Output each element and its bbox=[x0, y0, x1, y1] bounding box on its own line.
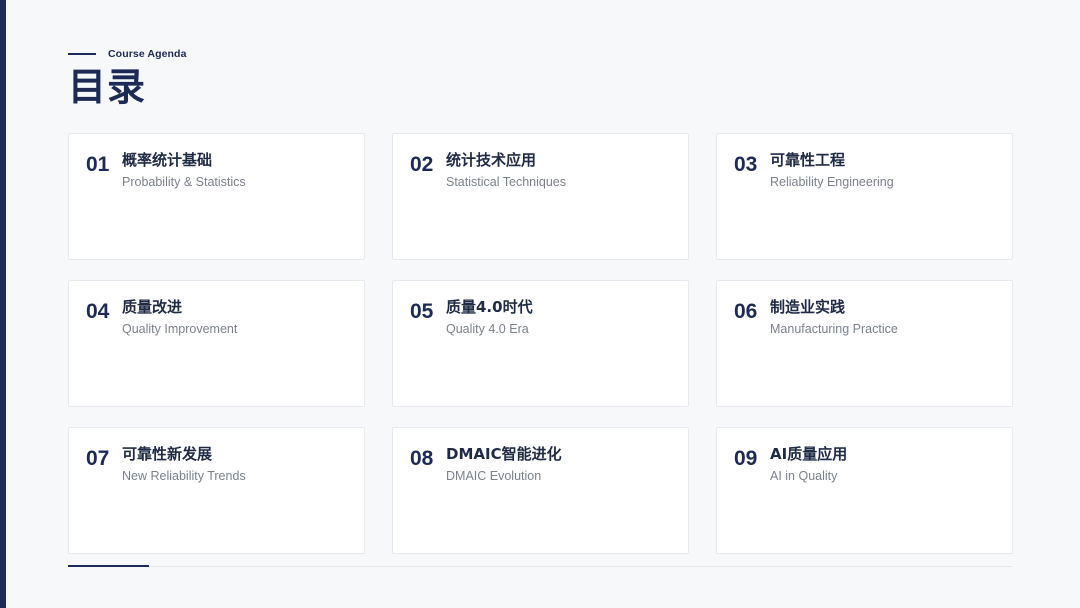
agenda-card-subtitle: Probability & Statistics bbox=[122, 175, 246, 189]
agenda-card-title: 质量4.0时代 bbox=[446, 298, 533, 316]
agenda-card-02[interactable]: 02 统计技术应用 Statistical Techniques bbox=[392, 133, 689, 260]
kicker-text: Course Agenda bbox=[108, 48, 187, 60]
agenda-card-number: 09 bbox=[734, 447, 758, 470]
agenda-card-number: 02 bbox=[410, 153, 434, 176]
agenda-card-number: 03 bbox=[734, 153, 758, 176]
agenda-card-subtitle: DMAIC Evolution bbox=[446, 469, 542, 483]
course-agenda-label: Course Agenda bbox=[68, 46, 187, 62]
agenda-card-subtitle: Quality 4.0 Era bbox=[446, 322, 529, 336]
agenda-card-07[interactable]: 07 可靠性新发展 New Reliability Trends bbox=[68, 427, 365, 554]
agenda-card-06[interactable]: 06 制造业实践 Manufacturing Practice bbox=[716, 280, 1013, 407]
agenda-card-08[interactable]: 08 DMAIC智能进化 DMAIC Evolution bbox=[392, 427, 689, 554]
agenda-card-number: 06 bbox=[734, 300, 758, 323]
agenda-card-05[interactable]: 05 质量4.0时代 Quality 4.0 Era bbox=[392, 280, 689, 407]
agenda-card-subtitle: Manufacturing Practice bbox=[770, 322, 898, 336]
agenda-card-subtitle: AI in Quality bbox=[770, 469, 838, 483]
agenda-card-number: 05 bbox=[410, 300, 434, 323]
agenda-card-04[interactable]: 04 质量改进 Quality Improvement bbox=[68, 280, 365, 407]
agenda-card-title: 可靠性工程 bbox=[770, 151, 846, 169]
left-accent-bar bbox=[0, 0, 6, 608]
agenda-grid: 01 概率统计基础 Probability & Statistics 02 统计… bbox=[68, 133, 1013, 554]
agenda-card-03[interactable]: 03 可靠性工程 Reliability Engineering bbox=[716, 133, 1013, 260]
bottom-divider bbox=[68, 566, 1012, 567]
agenda-card-title: 质量改进 bbox=[122, 298, 183, 316]
agenda-card-number: 07 bbox=[86, 447, 110, 470]
agenda-card-subtitle: Quality Improvement bbox=[122, 322, 238, 336]
agenda-card-number: 08 bbox=[410, 447, 434, 470]
agenda-card-title: 概率统计基础 bbox=[122, 151, 213, 169]
agenda-card-01[interactable]: 01 概率统计基础 Probability & Statistics bbox=[68, 133, 365, 260]
bottom-accent-line bbox=[68, 565, 149, 567]
agenda-card-title: DMAIC智能进化 bbox=[446, 445, 562, 463]
agenda-card-number: 04 bbox=[86, 300, 110, 323]
agenda-card-subtitle: New Reliability Trends bbox=[122, 469, 246, 483]
agenda-card-subtitle: Statistical Techniques bbox=[446, 175, 566, 189]
agenda-card-title: 制造业实践 bbox=[770, 298, 846, 316]
agenda-card-09[interactable]: 09 AI质量应用 AI in Quality bbox=[716, 427, 1013, 554]
agenda-card-subtitle: Reliability Engineering bbox=[770, 175, 894, 189]
agenda-card-number: 01 bbox=[86, 153, 110, 176]
kicker-line bbox=[68, 53, 96, 55]
agenda-card-title: 可靠性新发展 bbox=[122, 445, 213, 463]
agenda-card-title: AI质量应用 bbox=[770, 445, 848, 463]
page-title: 目录 bbox=[68, 65, 147, 109]
agenda-card-title: 统计技术应用 bbox=[446, 151, 537, 169]
